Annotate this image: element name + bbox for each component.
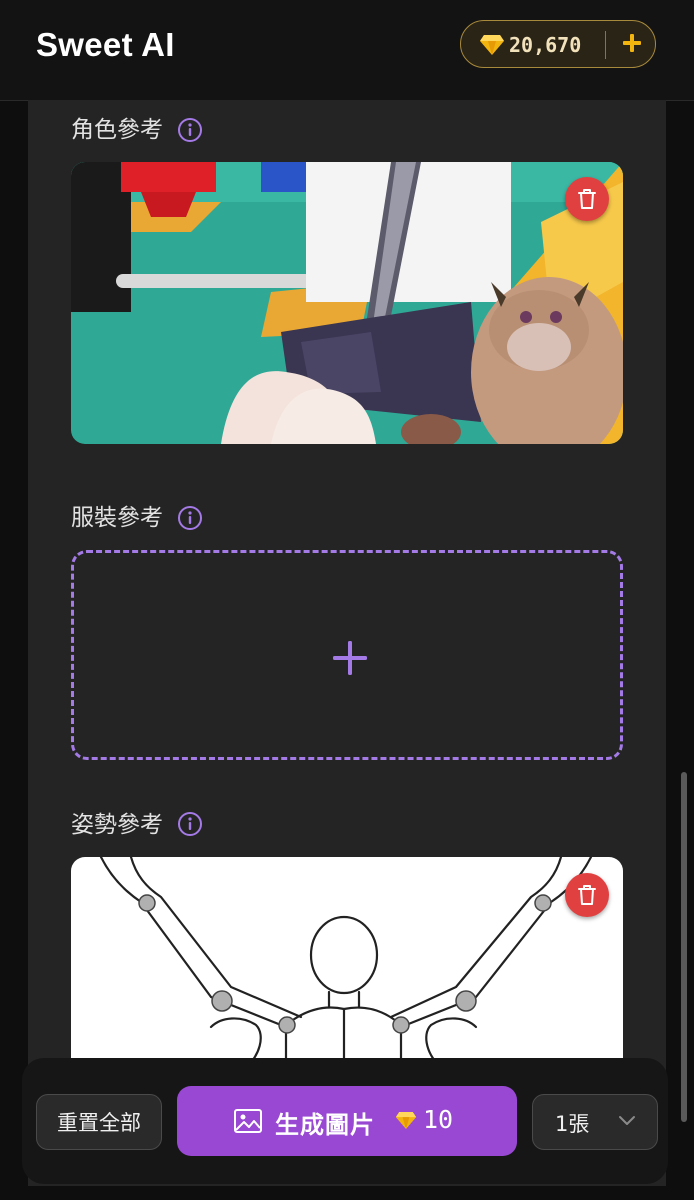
generate-image-button[interactable]: 生成圖片 10 [177, 1086, 517, 1156]
pose-reference-image[interactable] [71, 857, 623, 1077]
delete-character-button[interactable] [565, 177, 609, 221]
credits-divider [605, 31, 606, 59]
app-title: Sweet AI [36, 26, 175, 63]
plus-icon [333, 641, 367, 675]
generate-label: 生成圖片 [275, 1111, 375, 1139]
pose-sketch [99, 857, 593, 1077]
character-reference-image[interactable] [71, 162, 623, 444]
reset-all-button[interactable]: 重置全部 [36, 1094, 162, 1150]
chevron-down-icon [619, 1116, 635, 1125]
image-count-select[interactable]: 1張 [532, 1094, 658, 1150]
credits-amount: 20,670 [509, 33, 582, 57]
info-icon[interactable] [177, 505, 203, 531]
character-photo [71, 162, 623, 444]
generate-cost: 10 [423, 1105, 454, 1134]
section-label-outfit: 服裝參考 [71, 505, 163, 531]
delete-pose-button[interactable] [565, 873, 609, 917]
trash-icon [578, 885, 596, 905]
trash-icon [578, 189, 596, 209]
image-icon [234, 1109, 262, 1133]
image-count-value: 1張 [555, 1112, 590, 1136]
app-header: Sweet AI 20,670 [0, 0, 694, 101]
outfit-upload-dropzone[interactable] [71, 550, 623, 760]
section-label-pose: 姿勢參考 [71, 812, 163, 838]
section-label-character: 角色參考 [71, 117, 163, 143]
plus-icon[interactable] [621, 32, 643, 54]
diamond-icon [480, 35, 504, 55]
diamond-icon [395, 1112, 417, 1129]
info-icon[interactable] [177, 811, 203, 837]
credits-badge[interactable]: 20,670 [460, 20, 656, 68]
scrollbar-thumb[interactable] [681, 772, 687, 1122]
info-icon[interactable] [177, 117, 203, 143]
